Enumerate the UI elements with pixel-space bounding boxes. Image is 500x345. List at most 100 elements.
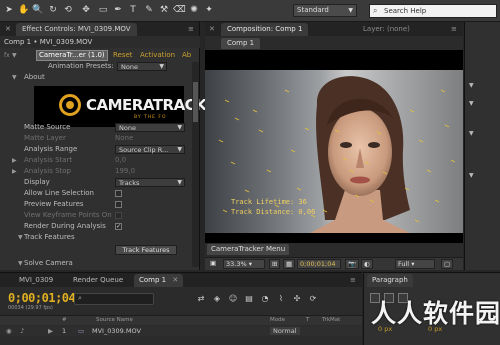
render-during-analysis-checkbox[interactable]: ✓ (115, 223, 122, 230)
comp-mini-flowchart-icon[interactable]: ⇄ (196, 293, 206, 304)
twirl-right-icon[interactable]: ▶ (12, 155, 17, 166)
arrow-tool-icon[interactable]: ➤ (3, 4, 15, 17)
text-tool-icon[interactable]: T (127, 4, 139, 17)
composition-viewer[interactable]: Track Lifetime: 36 Track Distance: 0,06 (205, 50, 463, 243)
close-icon[interactable]: ✕ (172, 276, 178, 284)
preview-features-checkbox[interactable] (115, 201, 122, 208)
analysis-range-row: Analysis Range Source Clip R... ▼ (0, 144, 200, 155)
twirl-right-icon[interactable]: ▶ (12, 166, 17, 177)
twirl-right-icon[interactable]: ▶ (48, 327, 53, 335)
timeline-search-input[interactable]: ⌕ (74, 293, 154, 305)
search-help-input[interactable]: ⌕ Search Help (369, 4, 497, 18)
panel-menu-icon[interactable]: ≡ (350, 276, 356, 284)
tab-comp-1[interactable]: Comp 1 ✕ (134, 274, 184, 287)
track-features-button[interactable]: Track Features (115, 245, 177, 255)
panel-menu-icon[interactable]: ≡ (188, 25, 194, 33)
composition-subtabs: Comp 1 (205, 36, 463, 50)
analysis-range-select[interactable]: Source Clip R... ▼ (115, 145, 185, 154)
layer-row[interactable]: ◉ ♪ ▶ 1 ▭ MVI_0309.MOV Normal (0, 326, 362, 336)
resolution-select[interactable]: Full ▾ (395, 259, 435, 269)
scrollbar-thumb[interactable] (193, 82, 198, 122)
matte-layer-value: None (115, 134, 134, 142)
frame-blending-icon[interactable]: ▤ (244, 293, 254, 304)
rectangle-tool-icon[interactable]: ▭ (97, 4, 109, 17)
plugin-name[interactable]: CameraTr...er (1.0) (36, 50, 108, 61)
cameratracker-menu-button[interactable]: CameraTracker Menu (207, 244, 290, 255)
safe-zones-icon[interactable]: ⊞ (269, 259, 281, 269)
orbit-camera-icon[interactable]: ⟲ (62, 4, 74, 17)
grid-icon[interactable]: ▦ (283, 259, 296, 269)
analysis-start-value: 0,0 (115, 156, 127, 164)
right-side-panel: ▼ ▼ ▼ ▼ (464, 22, 500, 270)
reset-link[interactable]: Reset (113, 50, 133, 61)
magnification-select[interactable]: 33.3% ▾ (223, 259, 265, 269)
show-channel-icon[interactable]: ◐ (361, 259, 373, 269)
timeline-timecode[interactable]: 0;00;01;04 (8, 291, 76, 305)
about-link[interactable]: Ab (182, 50, 191, 61)
brush-tool-icon[interactable]: ✎ (143, 4, 155, 17)
graph-editor-icon[interactable]: ⌇ (276, 293, 286, 304)
tab-layer[interactable]: Layer: (none) (357, 23, 416, 36)
chevron-down-icon: ▼ (177, 179, 182, 186)
close-icon[interactable]: ✕ (5, 25, 11, 33)
effect-controls-tab-strip: Effect Controls: MVI_0309.MOV ✕ ≡ (0, 22, 199, 36)
chevron-down-icon: ▼ (177, 146, 182, 153)
audio-icon[interactable]: ♪ (20, 327, 24, 335)
panel-menu-icon[interactable]: ≡ (451, 25, 457, 33)
twirl-down-icon[interactable]: ▼ (18, 232, 23, 243)
current-time-display[interactable]: 0;00;01;04 (297, 259, 341, 269)
animation-presets-select[interactable]: None ▼ (117, 62, 167, 71)
tab-render-queue[interactable]: Render Queue (68, 274, 128, 287)
motion-blur-icon[interactable]: ◔ (260, 293, 270, 304)
eraser-icon[interactable]: ⌫ (173, 4, 186, 17)
clone-stamp-icon[interactable]: ⚒ (158, 4, 170, 17)
zoom-tool-icon[interactable]: 🔍 (32, 4, 44, 17)
brainstorm-icon[interactable]: ✣ (292, 293, 302, 304)
track-features-section[interactable]: ▼ Track Features (0, 232, 200, 243)
column-mode: Mode (270, 317, 285, 323)
twirl-down-icon[interactable]: ▼ (12, 72, 17, 83)
tab-composition[interactable]: Composition: Comp 1 (221, 23, 309, 36)
view-keyframe-points-checkbox (115, 212, 122, 219)
workspace-select[interactable]: Standard ▼ (293, 4, 357, 17)
display-select[interactable]: Tracks ▼ (115, 178, 185, 187)
rotate-tool-icon[interactable]: ↻ (47, 4, 59, 17)
matte-source-select[interactable]: None ▼ (115, 123, 185, 132)
analysis-range-value: Source Clip R... (119, 146, 169, 154)
composition-tab-strip: ✕ Composition: Comp 1 Layer: (none) ≡ (205, 22, 463, 36)
about-section-row[interactable]: ▼ About (0, 72, 200, 83)
pan-behind-icon[interactable]: ✥ (80, 4, 92, 17)
live-update-icon[interactable]: ⟳ (308, 293, 318, 304)
snapshot-icon[interactable]: 📷 (345, 259, 360, 269)
region-of-interest-icon[interactable]: ▢ (441, 259, 454, 269)
search-help-placeholder: Search Help (384, 7, 427, 15)
fx-toggle-icon[interactable]: fx (4, 50, 10, 61)
twirl-down-icon[interactable]: ▼ (12, 50, 17, 61)
draft-3d-icon[interactable]: ◈ (212, 293, 222, 304)
hand-tool-icon[interactable]: ✋ (18, 4, 30, 17)
solve-camera-section[interactable]: ▼ Solve Camera (0, 258, 200, 269)
always-preview-icon[interactable]: ▣ (208, 259, 218, 269)
tab-comp-1[interactable]: Comp 1 (221, 38, 261, 49)
twirl-down-icon[interactable]: ▼ (18, 258, 23, 269)
layer-name[interactable]: MVI_0309.MOV (92, 327, 141, 335)
activation-link[interactable]: Activation (140, 50, 175, 61)
composition-footer: ▣ 33.3% ▾ ⊞ ▦ 0;00;01;04 📷 ◐ Full ▾ ▢ (205, 257, 463, 270)
close-icon[interactable]: ✕ (209, 25, 215, 33)
roto-brush-icon[interactable]: ✺ (188, 4, 200, 17)
chevron-down-icon[interactable]: ▼ (469, 82, 474, 89)
pen-tool-icon[interactable]: ✒ (112, 4, 124, 17)
chevron-down-icon[interactable]: ▼ (469, 172, 474, 179)
puppet-pin-icon[interactable]: ✦ (203, 4, 215, 17)
tab-mvi-0309[interactable]: MVI_0309 (14, 274, 58, 287)
tab-effect-controls[interactable]: Effect Controls: MVI_0309.MOV (16, 23, 137, 36)
layer-mode-select[interactable]: Normal (270, 327, 300, 335)
eye-icon[interactable]: ◉ (6, 327, 12, 335)
chevron-down-icon[interactable]: ▼ (469, 130, 474, 137)
tab-paragraph[interactable]: Paragraph (367, 274, 413, 287)
allow-line-selection-checkbox[interactable] (115, 190, 122, 197)
cameratracker-menu-label: CameraTracker Menu (211, 245, 286, 253)
hide-shy-layers-icon[interactable]: ☺ (228, 293, 238, 304)
chevron-down-icon[interactable]: ▼ (469, 100, 474, 107)
effect-controls-scrollbar[interactable] (192, 62, 199, 267)
